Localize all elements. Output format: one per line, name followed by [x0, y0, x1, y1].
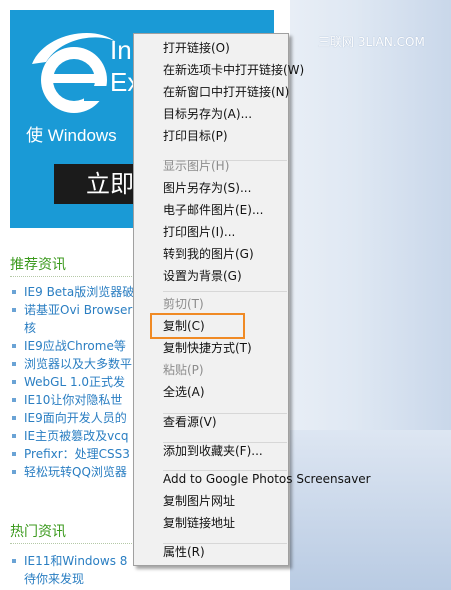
- ie-logo-icon: [32, 33, 116, 113]
- bullet-icon: [12, 398, 16, 402]
- bullet-icon: [12, 434, 16, 438]
- context-menu-item[interactable]: 显示图片(H): [163, 158, 229, 174]
- context-menu-item[interactable]: 电子邮件图片(E)...: [163, 202, 263, 218]
- bullet-icon: [12, 308, 16, 312]
- bullet-icon: [12, 470, 16, 474]
- context-menu-item[interactable]: 属性(R): [163, 544, 205, 560]
- menu-separator: [163, 291, 287, 292]
- context-menu-item[interactable]: 转到我的图片(G): [163, 246, 254, 262]
- bullet-icon: [12, 452, 16, 456]
- context-menu-item[interactable]: 复制链接地址: [163, 515, 235, 531]
- banner-title-line1: In: [110, 35, 132, 65]
- highlight-annotation: [150, 313, 245, 339]
- watermark-text: 三联网 3LIAN.COM: [318, 35, 425, 49]
- section-title-hot: 热门资讯: [10, 524, 66, 540]
- desktop-background-lower: [290, 430, 451, 590]
- bullet-icon: [12, 380, 16, 384]
- context-menu-item[interactable]: 在新选项卡中打开链接(W): [163, 62, 304, 78]
- context-menu-item[interactable]: 打印图片(I)...: [163, 224, 235, 240]
- context-menu-item[interactable]: 打开链接(O): [163, 40, 230, 56]
- bullet-icon: [12, 344, 16, 348]
- context-menu-item[interactable]: 打印目标(P): [163, 128, 228, 144]
- context-menu-item[interactable]: 全选(A): [163, 384, 205, 400]
- banner-subtitle: 使 Windows: [26, 126, 117, 145]
- bullet-icon: [12, 290, 16, 294]
- context-menu-item[interactable]: 粘贴(P): [163, 362, 204, 378]
- context-menu-item[interactable]: 目标另存为(A)...: [163, 106, 252, 122]
- bullet-icon: [12, 416, 16, 420]
- context-menu-item[interactable]: 复制图片网址: [163, 493, 235, 509]
- context-menu-item[interactable]: 查看源(V): [163, 414, 217, 430]
- context-menu-item[interactable]: 复制快捷方式(T): [163, 340, 252, 356]
- news-link[interactable]: 待你来发现: [10, 571, 270, 587]
- context-menu-item[interactable]: 剪切(T): [163, 296, 204, 312]
- context-menu-item[interactable]: 设置为背景(G): [163, 268, 242, 284]
- context-menu-item[interactable]: Add to Google Photos Screensaver: [163, 471, 371, 487]
- context-menu-item[interactable]: 图片另存为(S)...: [163, 180, 251, 196]
- bullet-icon: [12, 362, 16, 366]
- context-menu-item[interactable]: 添加到收藏夹(F)...: [163, 443, 263, 459]
- section-title-recommended: 推荐资讯: [10, 257, 66, 273]
- context-menu-item[interactable]: 在新窗口中打开链接(N): [163, 84, 289, 100]
- bullet-icon: [12, 559, 16, 563]
